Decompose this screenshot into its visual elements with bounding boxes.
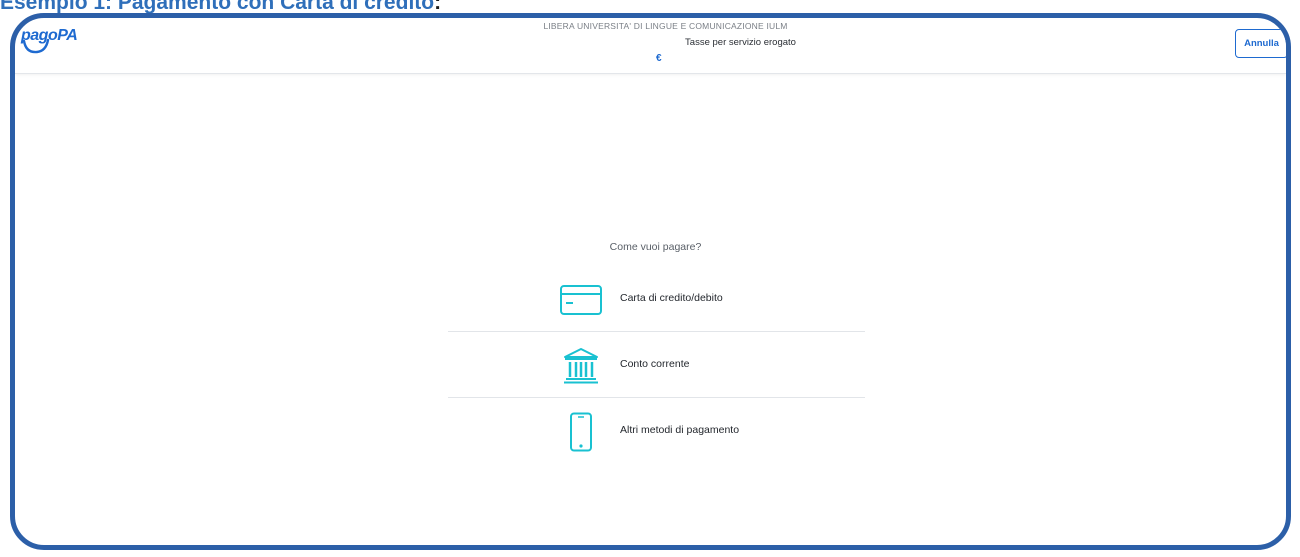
cancel-button[interactable]: Annulla <box>1235 29 1286 58</box>
service-description: Tasse per servizio erogato <box>685 37 796 48</box>
payment-method-label: Conto corrente <box>620 358 690 370</box>
payment-method-label: Altri metodi di pagamento <box>620 424 740 436</box>
smartphone-icon <box>558 412 604 452</box>
screenshot-frame: pagoPA LIBERA UNIVERSITA' DI LINGUE E CO… <box>10 13 1291 550</box>
bank-icon <box>558 346 604 386</box>
page-header: pagoPA LIBERA UNIVERSITA' DI LINGUE E CO… <box>15 18 1286 74</box>
payment-method-label: Carta di credito/debito <box>620 292 723 304</box>
merchant-name: LIBERA UNIVERSITA' DI LINGUE E COMUNICAZ… <box>543 21 788 31</box>
payment-method-other[interactable]: Altri metodi di pagamento <box>448 398 865 463</box>
payment-method-bank-account[interactable]: Conto corrente <box>448 332 865 398</box>
credit-card-icon <box>558 280 604 320</box>
payment-method-card[interactable]: Carta di credito/debito <box>448 266 865 332</box>
payment-amount: € <box>656 53 662 64</box>
payment-methods-list: Carta di credito/debito Conto corrente A… <box>448 266 865 463</box>
payment-question: Come vuoi pagare? <box>609 241 702 253</box>
document-heading-text: Esempio 1: Pagamento con Carta di credit… <box>0 0 435 14</box>
document-heading-tail: : <box>434 0 442 14</box>
